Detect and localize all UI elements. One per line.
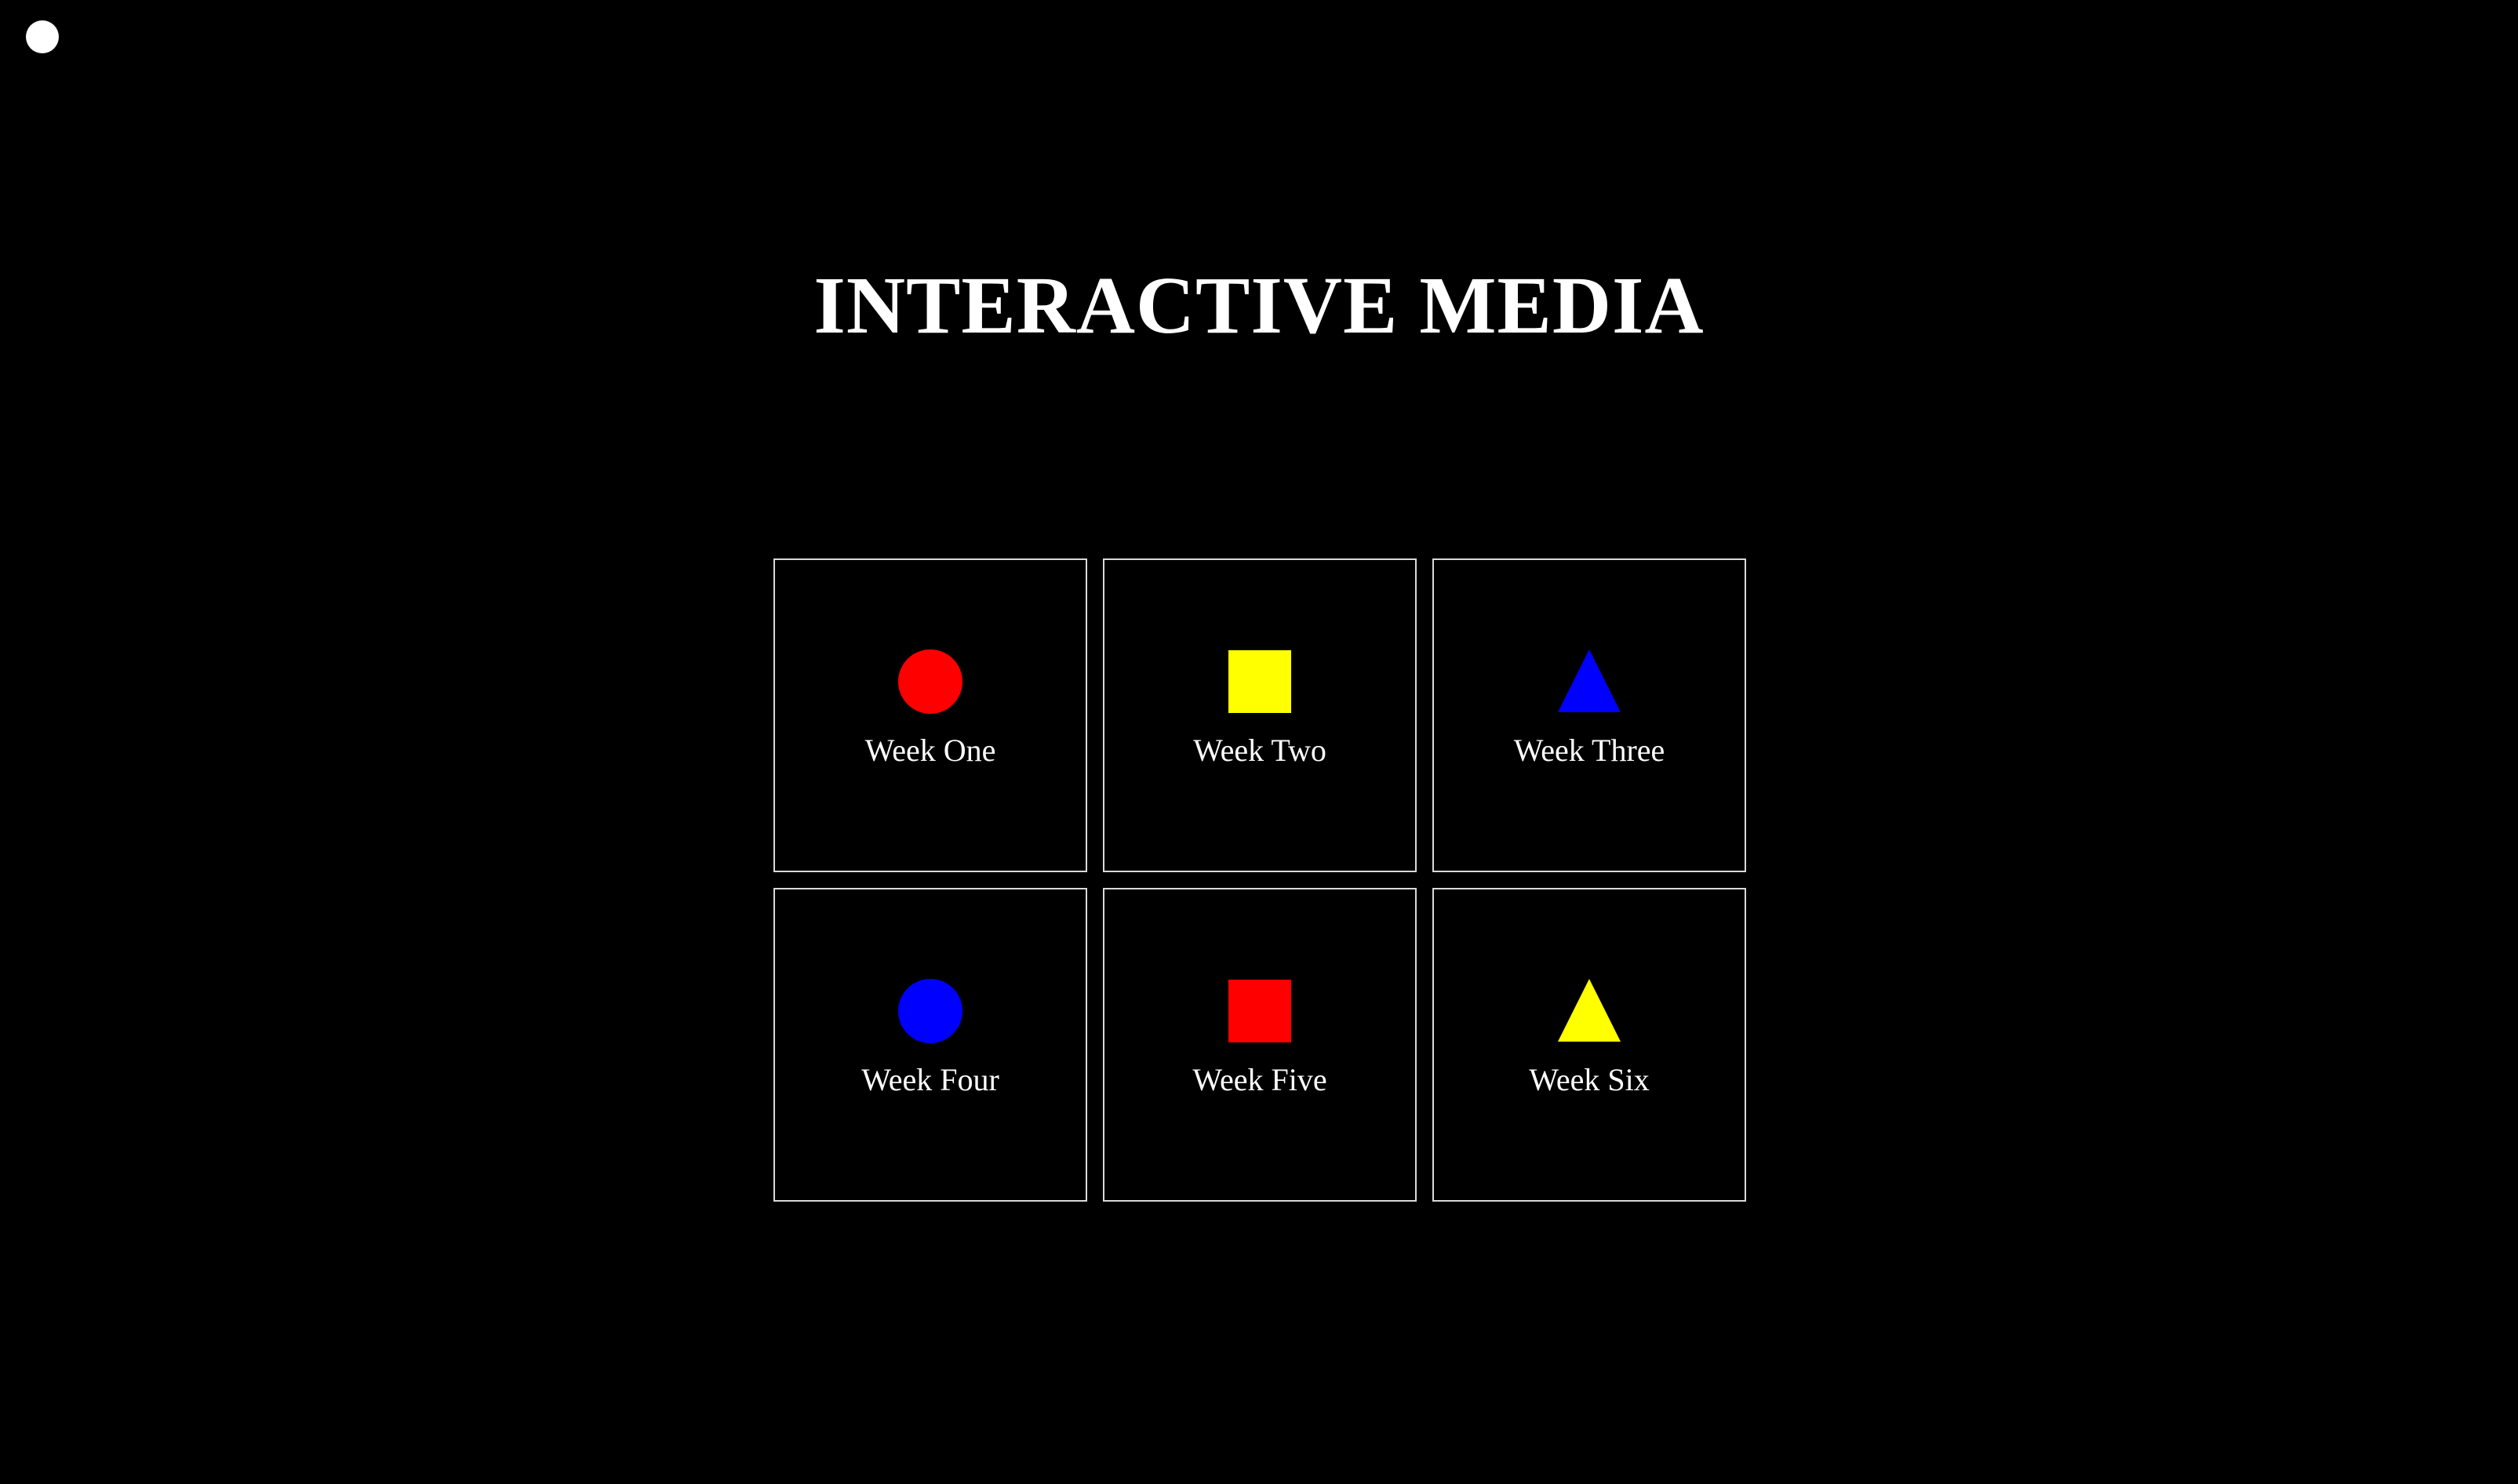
week-card-one[interactable]: Week One	[773, 558, 1087, 872]
week-card-two[interactable]: Week Two	[1103, 558, 1417, 872]
week-label: Week Four	[861, 1062, 999, 1097]
cursor-dot-icon	[26, 20, 59, 53]
week-label: Week Five	[1192, 1062, 1327, 1097]
page-title: INTERACTIVE MEDIA	[813, 260, 1705, 351]
week-card-three[interactable]: Week Three	[1432, 558, 1746, 872]
week-label: Week Two	[1193, 733, 1326, 768]
week-label: Week Six	[1529, 1062, 1650, 1097]
yellow-triangle-icon	[1557, 979, 1621, 1043]
red-square-icon	[1228, 979, 1292, 1043]
yellow-square-icon	[1228, 649, 1292, 714]
blue-circle-icon	[898, 979, 962, 1043]
week-label: Week One	[864, 733, 996, 768]
week-card-four[interactable]: Week Four	[773, 888, 1087, 1202]
week-grid: Week One Week Two Week Three Week Four W…	[773, 558, 1746, 1202]
week-card-five[interactable]: Week Five	[1103, 888, 1417, 1202]
week-label: Week Three	[1513, 733, 1665, 768]
blue-triangle-icon	[1557, 649, 1621, 714]
week-card-six[interactable]: Week Six	[1432, 888, 1746, 1202]
red-circle-icon	[898, 649, 962, 714]
